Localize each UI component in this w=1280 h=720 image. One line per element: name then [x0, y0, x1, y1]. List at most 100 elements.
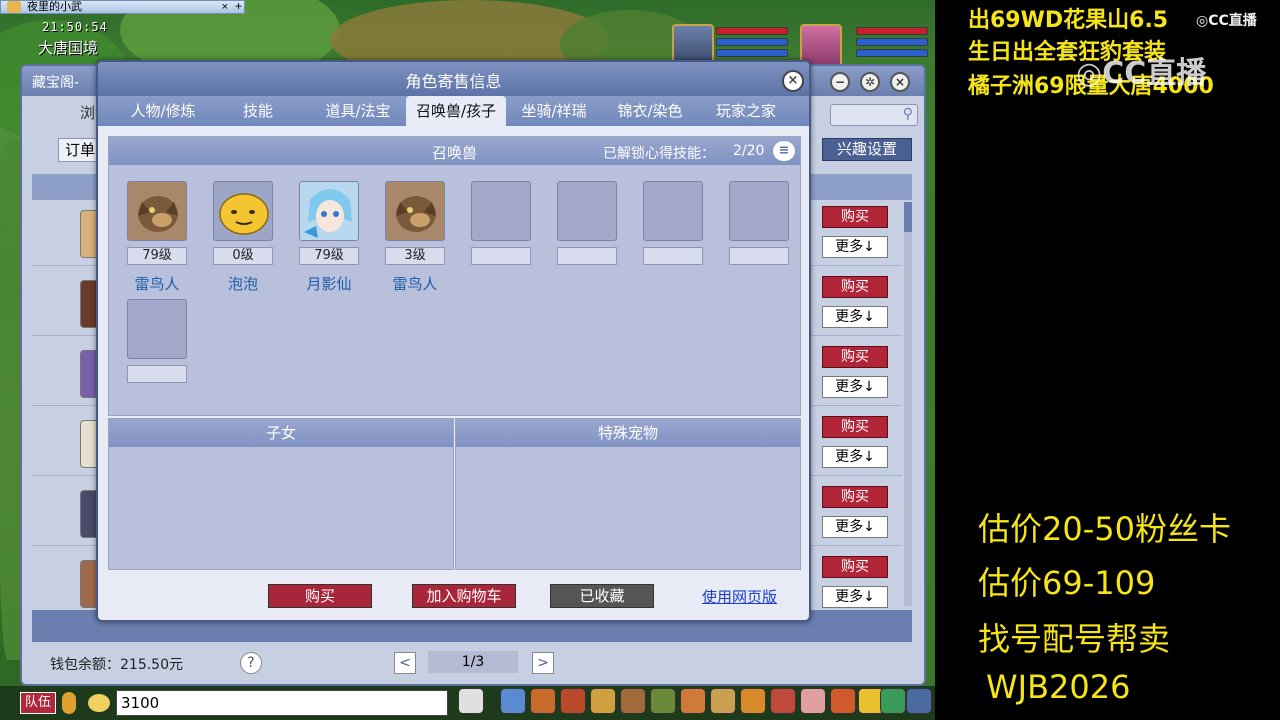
system-icon[interactable]	[880, 688, 906, 714]
wallet-balance: 钱包余额：215.50元	[50, 657, 183, 673]
tab-character-cultivation[interactable]: 人物/修炼	[118, 96, 208, 126]
empty-pet-slot[interactable]	[643, 181, 703, 241]
tab-mounts[interactable]: 坐骑/祥瑞	[506, 96, 602, 126]
friend-icon[interactable]	[458, 688, 484, 714]
dialog-tabs: 人物/修炼 技能 道具/法宝 召唤兽/孩子 坐骑/祥瑞 锦衣/染色 玩家之家	[98, 96, 809, 126]
pet-exp-bar	[856, 49, 928, 57]
trade-icon[interactable]	[620, 688, 646, 714]
prev-page-button[interactable]: <	[394, 652, 416, 674]
hp-bar	[716, 27, 788, 35]
search-input[interactable]: ⚲	[830, 104, 918, 126]
buy-button[interactable]: 购买	[822, 486, 888, 508]
pet-name[interactable]: 泡泡	[203, 273, 283, 294]
cc-live-watermark-large: ◎CC直播	[1076, 56, 1207, 91]
buy-button[interactable]: 购买	[268, 584, 372, 608]
game-clock: 21:50:54	[42, 20, 108, 34]
gift-icon[interactable]	[560, 688, 586, 714]
buy-button[interactable]: 购买	[822, 206, 888, 228]
tab-skills[interactable]: 技能	[216, 96, 300, 126]
daily-icon[interactable]	[830, 688, 856, 714]
pet-name[interactable]: 月影仙	[289, 273, 369, 294]
chat-bubble-icon[interactable]	[88, 694, 110, 712]
more-button[interactable]: 更多↓	[822, 586, 888, 608]
pet-slot[interactable]	[385, 181, 445, 241]
map-location: 大唐国境	[38, 39, 99, 57]
guild-icon[interactable]	[740, 688, 766, 714]
more-button[interactable]: 更多↓	[822, 376, 888, 398]
close-icon[interactable]: ×	[782, 70, 804, 92]
tab-outfits-dye[interactable]: 锦衣/染色	[602, 96, 698, 126]
close-icon[interactable]: ×	[890, 72, 910, 92]
pet-level: 3级	[385, 247, 445, 265]
special-pets-panel-title: 特殊宠物	[456, 419, 800, 447]
role-sale-info-dialog: 角色寄售信息 × 人物/修炼 技能 道具/法宝 召唤兽/孩子 坐骑/祥瑞 锦衣/…	[96, 60, 811, 622]
use-web-version-link[interactable]: 使用网页版	[702, 586, 777, 607]
add-tab-icon[interactable]: +	[235, 0, 242, 12]
overlay-contact-id: WJB2026	[986, 668, 1131, 706]
overlay-price-line: 估价69-109	[978, 564, 1156, 602]
settings-icon[interactable]	[906, 688, 932, 714]
empty-pet-level	[471, 247, 531, 265]
interest-settings-button[interactable]: 兴趣设置	[822, 138, 912, 161]
pet-slot[interactable]	[127, 181, 187, 241]
pet-icon[interactable]	[680, 688, 706, 714]
pet-name[interactable]: 雷鸟人	[375, 273, 455, 294]
bubble-pet-icon	[219, 193, 269, 235]
page-indicator: 1/3	[428, 651, 518, 673]
buy-button[interactable]: 购买	[822, 276, 888, 298]
attack-icon[interactable]	[500, 688, 526, 714]
more-button[interactable]: 更多↓	[822, 516, 888, 538]
children-panel-title: 子女	[109, 419, 453, 447]
tab-player-home[interactable]: 玩家之家	[698, 96, 794, 126]
team-button[interactable]: 队伍	[20, 692, 56, 714]
quest-icon[interactable]	[710, 688, 736, 714]
empty-pet-slot[interactable]	[127, 299, 187, 359]
player-status-bars	[716, 27, 788, 60]
tab-items-treasures[interactable]: 道具/法宝	[310, 96, 406, 126]
pet-mp-bar	[856, 38, 928, 46]
pets-panel: 召唤兽 已解锁心得技能： 2/20 ≡ 79级 雷鸟人 0级 泡泡 79级 月影…	[108, 136, 801, 416]
add-to-cart-button[interactable]: 加入购物车	[412, 584, 516, 608]
buy-button[interactable]: 购买	[822, 416, 888, 438]
moon-shadow-fairy-pet-icon	[304, 189, 352, 238]
pet-slot[interactable]	[213, 181, 273, 241]
bag-icon[interactable]	[530, 688, 556, 714]
more-button[interactable]: 更多↓	[822, 306, 888, 328]
pet-name[interactable]: 雷鸟人	[117, 273, 197, 294]
give-icon[interactable]	[590, 688, 616, 714]
microphone-icon[interactable]	[62, 692, 76, 714]
empty-pet-slot[interactable]	[557, 181, 617, 241]
next-page-button[interactable]: >	[532, 652, 554, 674]
mp-bar	[716, 38, 788, 46]
empty-pet-slot[interactable]	[471, 181, 531, 241]
more-button[interactable]: 更多↓	[822, 236, 888, 258]
gear-icon[interactable]: ✲	[860, 72, 880, 92]
list-icon[interactable]: ≡	[773, 141, 795, 161]
empty-pet-slot[interactable]	[729, 181, 789, 241]
buy-button[interactable]: 购买	[822, 556, 888, 578]
minimize-icon[interactable]: −	[830, 72, 850, 92]
favorited-button[interactable]: 已收藏	[550, 584, 654, 608]
team-icon[interactable]	[650, 688, 676, 714]
pet-slot[interactable]	[299, 181, 359, 241]
tab-pets-children[interactable]: 召唤兽/孩子	[406, 96, 506, 126]
scrollbar[interactable]	[904, 202, 912, 606]
more-button[interactable]: 更多↓	[822, 446, 888, 468]
activity-icon[interactable]	[770, 688, 796, 714]
tab-browse[interactable]: 浏	[80, 102, 95, 123]
empty-pet-level	[127, 365, 187, 383]
search-icon[interactable]: ⚲	[903, 106, 913, 122]
cc-live-watermark: ◎CC直播	[1196, 13, 1257, 29]
mall-icon[interactable]	[800, 688, 826, 714]
close-icon[interactable]: ×	[222, 1, 228, 13]
thunderbird-pet-icon	[138, 196, 178, 232]
pet-status-bars	[856, 27, 928, 60]
overlay-price-line: 估价20-50粉丝卡	[978, 510, 1231, 548]
pet-level: 0级	[213, 247, 273, 265]
scrollbar-thumb[interactable]	[904, 202, 912, 232]
buy-button[interactable]: 购买	[822, 346, 888, 368]
help-button[interactable]: ?	[240, 652, 262, 674]
chat-input[interactable]: 3100	[116, 690, 448, 716]
anger-bar	[716, 49, 788, 57]
cc-logo-icon: ◎	[1196, 13, 1209, 29]
